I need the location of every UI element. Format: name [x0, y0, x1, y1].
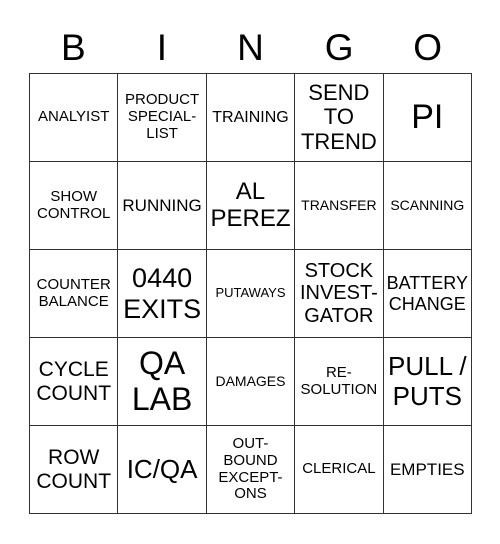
- header-letter-o: O: [413, 27, 443, 68]
- bingo-cell[interactable]: SCANNING: [382, 161, 473, 250]
- bingo-cell[interactable]: RE- SOLUTION: [294, 337, 384, 426]
- bingo-row: COUNTER BALANCE 0440 EXITS PUTAWAYS STOCK I…: [28, 249, 473, 338]
- bingo-row: SHOW CONTROL RUNNING AL PEREZ TRANSFER SCANN…: [28, 161, 473, 250]
- bingo-cell[interactable]: PUTAWAYS: [205, 249, 296, 338]
- header-letter-g: G: [324, 27, 354, 68]
- bingo-cell[interactable]: SEND TO TREND: [294, 73, 384, 162]
- bingo-cell[interactable]: BATTERY CHANGE: [382, 249, 473, 338]
- bingo-cell[interactable]: AL PEREZ: [205, 161, 296, 250]
- bingo-header: B I N G O: [29, 28, 472, 68]
- bingo-cell[interactable]: PULL / PUTS: [382, 337, 473, 426]
- bingo-cell[interactable]: QA LAB: [117, 337, 207, 426]
- bingo-cell[interactable]: COUNTER BALANCE: [28, 249, 119, 338]
- bingo-cell[interactable]: 0440 EXITS: [117, 249, 207, 338]
- bingo-cell[interactable]: TRANSFER: [294, 161, 384, 250]
- bingo-cell[interactable]: PRODUCT SPECIAL- LIST: [117, 73, 207, 162]
- bingo-cell[interactable]: TRAINING: [205, 73, 296, 162]
- bingo-cell[interactable]: STOCK INVEST- GATOR: [294, 249, 384, 338]
- bingo-cell[interactable]: CYCLE COUNT: [28, 337, 119, 426]
- bingo-grid: ANALYIST PRODUCT SPECIAL- LIST TRAINING SEN…: [28, 73, 473, 514]
- bingo-cell[interactable]: SHOW CONTROL: [28, 161, 119, 250]
- bingo-row: ANALYIST PRODUCT SPECIAL- LIST TRAINING SEN…: [28, 73, 473, 162]
- bingo-cell[interactable]: ROW COUNT: [28, 425, 119, 514]
- bingo-cell[interactable]: ANALYIST: [28, 73, 119, 162]
- bingo-cell[interactable]: CLERICAL: [294, 425, 384, 514]
- header-letter-b: B: [60, 27, 86, 68]
- bingo-cell[interactable]: PI: [382, 73, 473, 162]
- bingo-cell[interactable]: IC/QA: [117, 425, 207, 514]
- bingo-cell[interactable]: OUT- BOUND EXCEPT- ONS: [205, 425, 296, 514]
- header-letter-n: N: [237, 27, 264, 68]
- bingo-cell[interactable]: RUNNING: [117, 161, 207, 250]
- bingo-cell[interactable]: EMPTIES: [382, 425, 473, 514]
- bingo-cell[interactable]: DAMAGES: [205, 337, 296, 426]
- header-letter-i: I: [156, 27, 168, 68]
- bingo-row: CYCLE COUNT QA LAB DAMAGES RE- SOLUTION PULL…: [28, 337, 473, 426]
- bingo-row: ROW COUNT IC/QA OUT- BOUND EXCEPT- ONS CLER…: [28, 425, 473, 514]
